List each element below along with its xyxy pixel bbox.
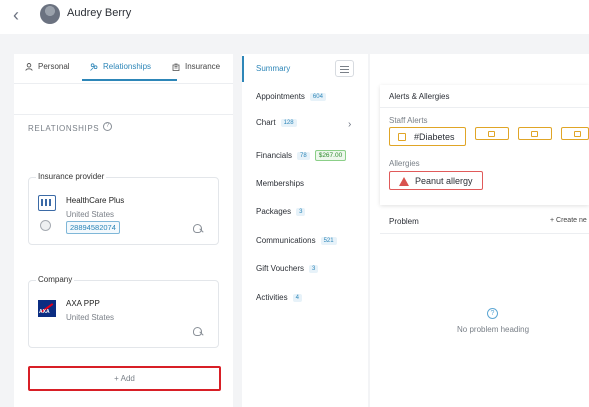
patient-nav: Summary Appointments 604 Chart 128 › Fin… [242, 54, 368, 407]
nav-appointments[interactable]: Appointments 604 [256, 92, 326, 101]
org-name: HealthCare Plus [66, 196, 125, 205]
nav-gift-vouchers[interactable]: Gift Vouchers 3 [256, 264, 319, 273]
card-legend: Company [36, 275, 75, 284]
allergy-text: Peanut allergy [415, 176, 473, 186]
org-country: United States [66, 210, 115, 219]
warning-icon [399, 177, 409, 186]
alerts-title: Alerts & Allergies [389, 92, 450, 101]
staff-alert-chip[interactable] [475, 127, 509, 140]
note-icon [531, 131, 538, 137]
count-badge: 3 [309, 264, 319, 273]
tab-bar: Personal Relationships Insurance [14, 54, 233, 84]
add-relationship-button[interactable]: + Add [28, 366, 221, 391]
axa-logo-icon [38, 300, 56, 317]
allergy-chip[interactable]: Peanut allergy [389, 171, 483, 190]
count-badge: 3 [296, 207, 306, 216]
relationships-icon [90, 62, 98, 71]
back-arrow-icon[interactable]: ‹ [13, 5, 29, 25]
nav-summary[interactable]: Summary [256, 64, 290, 73]
count-badge: 604 [309, 92, 326, 101]
nav-label: Financials [256, 151, 293, 160]
add-label: Add [120, 374, 135, 383]
nav-label: Summary [256, 64, 291, 73]
relationship-link-icon[interactable] [193, 224, 202, 233]
divider [380, 107, 589, 108]
problem-header: Problem + Create ne [380, 209, 589, 234]
tab-relationships[interactable]: Relationships [90, 62, 151, 71]
relationship-card[interactable]: Company AXA PPP United States [28, 275, 219, 348]
card-legend: Insurance provider [36, 172, 107, 181]
staff-alert-chip[interactable] [561, 127, 589, 140]
nav-label: Gift Vouchers [256, 264, 305, 273]
nav-communications[interactable]: Communications 521 [256, 236, 337, 245]
active-nav-indicator [242, 56, 244, 82]
nav-packages[interactable]: Packages 3 [256, 207, 306, 216]
nav-memberships[interactable]: Memberships [256, 179, 304, 188]
smiley-icon [40, 220, 51, 231]
org-name: AXA PPP [66, 299, 100, 308]
nav-activities[interactable]: Activities 4 [256, 293, 302, 302]
note-icon [574, 131, 581, 137]
tab-label: Personal [38, 62, 70, 71]
create-new-button[interactable]: + Create ne [550, 217, 587, 224]
nav-label: Communications [256, 236, 316, 245]
info-icon[interactable]: ? [103, 122, 112, 131]
staff-alerts-label: Staff Alerts [389, 116, 428, 125]
problem-title: Problem [389, 217, 419, 226]
tab-label: Relationships [103, 62, 152, 71]
summary-panel: Alerts & Allergies Staff Alerts #Diabete… [370, 54, 589, 407]
relationship-link-icon[interactable] [193, 327, 202, 336]
tab-insurance[interactable]: Insurance [172, 62, 220, 71]
org-country: United States [66, 313, 115, 322]
active-tab-indicator [82, 79, 177, 81]
count-badge: 521 [320, 236, 337, 245]
count-badge: 128 [280, 118, 297, 127]
allergies-label: Allergies [389, 159, 420, 168]
help-icon: ? [487, 308, 498, 319]
balance-badge: $267.00 [314, 150, 347, 161]
chevron-right-icon[interactable]: › [348, 119, 351, 130]
tab-label: Insurance [185, 62, 221, 71]
building-icon [172, 63, 180, 71]
section-title: RELATIONSHIPS [28, 124, 100, 133]
insurer-logo-icon [38, 195, 56, 211]
note-icon [488, 131, 495, 137]
policy-number-badge: 28894582074 [66, 221, 120, 234]
staff-alert-text: #Diabetes [414, 132, 455, 142]
nav-label: Appointments [256, 92, 305, 101]
count-badge: 4 [292, 293, 302, 302]
relationships-panel: Personal Relationships Insurance RELATIO… [14, 54, 233, 407]
empty-state-text: No problem heading [457, 325, 530, 334]
nav-label: Packages [256, 207, 292, 216]
divider [14, 114, 233, 115]
staff-alert-chip[interactable] [518, 127, 552, 140]
top-bar: ‹ Audrey Berry [0, 0, 589, 34]
nav-financials[interactable]: Financials 78 $267.00 [256, 150, 347, 161]
avatar[interactable] [40, 4, 60, 24]
patient-name: Audrey Berry [67, 7, 132, 19]
tab-personal[interactable]: Personal [25, 62, 70, 71]
nav-label: Chart [256, 118, 276, 127]
summary-settings-button[interactable] [335, 60, 354, 77]
person-icon [25, 62, 33, 71]
relationship-card[interactable]: Insurance provider HealthCare Plus Unite… [28, 172, 219, 245]
note-icon [398, 133, 406, 141]
staff-alert-chip[interactable]: #Diabetes [389, 127, 466, 146]
nav-label: Memberships [256, 179, 305, 188]
alerts-card: Alerts & Allergies Staff Alerts #Diabete… [380, 85, 589, 205]
nav-label: Activities [256, 293, 288, 302]
count-badge: 78 [297, 151, 310, 160]
nav-chart[interactable]: Chart 128 [256, 118, 297, 127]
